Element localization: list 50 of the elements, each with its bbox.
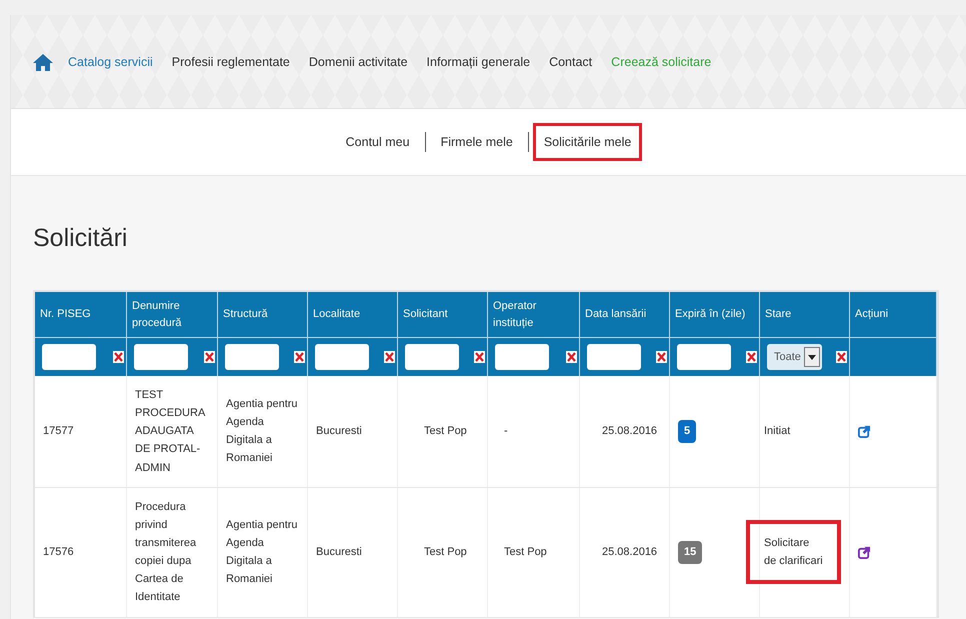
table-cell-text: Bucuresti	[316, 424, 362, 440]
clear-icon[interactable]	[204, 351, 215, 363]
table-cell-text: Agentia pentru Agenda Digitala a Romaniei	[226, 518, 299, 588]
filter-field[interactable]	[495, 344, 549, 370]
status-text: Initiat	[763, 424, 792, 440]
clear-icon[interactable]	[656, 351, 667, 363]
table-cell-text: Bucuresti	[316, 545, 362, 560]
clear-icon[interactable]	[113, 351, 124, 363]
table-cell-text: 17576	[43, 545, 74, 560]
filter-field[interactable]	[587, 344, 641, 370]
status-text: Solicitare de clarificari	[746, 520, 841, 584]
table-cell-text: Agentia pentru Agenda Digitala a Romaniei	[226, 397, 299, 466]
days-badge: 15	[678, 540, 702, 564]
nav-link[interactable]: Informații generale	[426, 54, 530, 68]
clear-icon[interactable]	[836, 351, 847, 363]
clear-icon[interactable]	[294, 351, 305, 363]
filter-field[interactable]	[134, 344, 188, 370]
clear-icon[interactable]	[746, 351, 757, 363]
filter-field[interactable]	[42, 344, 96, 370]
external-link-icon[interactable]	[858, 546, 871, 559]
clear-icon[interactable]	[474, 351, 485, 363]
dropdown-caret-icon[interactable]	[808, 354, 816, 360]
table-cell-text: 25.08.2016	[602, 424, 658, 440]
home-icon[interactable]	[33, 52, 53, 70]
table-cell-text: TEST PROCEDURA ADAUGATA DE PROTAL-ADMIN	[135, 388, 206, 476]
nav-link[interactable]: Creează solicitare	[611, 54, 712, 68]
nav-link[interactable]: Catalog servicii	[68, 54, 153, 68]
table-cell-text: -	[504, 424, 508, 440]
status-filter-dropdown[interactable]: Toate	[767, 344, 822, 370]
clear-icon[interactable]	[384, 351, 395, 363]
nav-link[interactable]: Profesii reglementate	[172, 54, 290, 68]
filter-field[interactable]	[225, 344, 279, 370]
days-badge: 5	[678, 420, 696, 443]
filter-field[interactable]	[677, 344, 731, 370]
table-cell-text: 17577	[43, 424, 74, 440]
table-cell-text: 25.08.2016	[602, 545, 658, 560]
filter-field[interactable]	[405, 344, 459, 370]
filter-field[interactable]	[315, 344, 369, 370]
clear-icon[interactable]	[566, 351, 577, 363]
nav-link[interactable]: Domenii activitate	[308, 54, 408, 68]
page-title: Solicitări	[33, 224, 128, 253]
table-cell-text: Procedura privind transmiterea copiei dupa Cartea de Identitate	[135, 500, 198, 606]
table-cell-text: Test Pop	[504, 545, 547, 560]
nav-link[interactable]: Contact	[549, 54, 592, 68]
account-tab[interactable]: Solicitările mele	[532, 123, 642, 161]
account-tab[interactable]: Firmele mele	[430, 123, 524, 161]
external-link-icon[interactable]	[858, 424, 871, 438]
table-cell-text: Test Pop	[424, 424, 467, 440]
table-cell-text: Test Pop	[424, 545, 467, 560]
account-tab[interactable]: Contul meu	[334, 123, 421, 161]
